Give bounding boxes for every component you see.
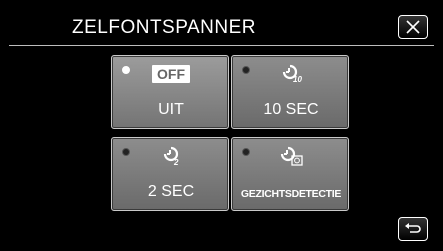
option-uit[interactable]: OFF UIT (111, 55, 229, 129)
off-icon: OFF (112, 63, 230, 85)
return-icon (405, 223, 421, 233)
page-title: ZELFONTSPANNER (72, 17, 257, 38)
option-label: 10 SEC (263, 101, 319, 118)
close-icon (406, 20, 420, 34)
option-10-sec[interactable]: 10 10 SEC (231, 55, 349, 129)
option-2-sec[interactable]: 2 2 SEC (111, 137, 229, 211)
close-button[interactable] (398, 15, 428, 39)
face-detection-timer-icon (232, 145, 350, 167)
option-label: GEZICHTSDETECTIE (240, 188, 342, 200)
option-label: 2 SEC (147, 183, 195, 200)
option-label: UIT (158, 101, 184, 118)
svg-text:10: 10 (293, 75, 302, 84)
self-timer-10-icon: 10 (232, 63, 350, 85)
title-bar: ZELFONTSPANNER (0, 0, 443, 46)
option-face-detection[interactable]: GEZICHTSDETECTIE (231, 137, 349, 211)
svg-text:2: 2 (173, 158, 179, 167)
header-divider (9, 45, 434, 46)
off-badge: OFF (152, 65, 190, 83)
back-button[interactable] (398, 217, 428, 241)
self-timer-2-icon: 2 (112, 145, 230, 167)
